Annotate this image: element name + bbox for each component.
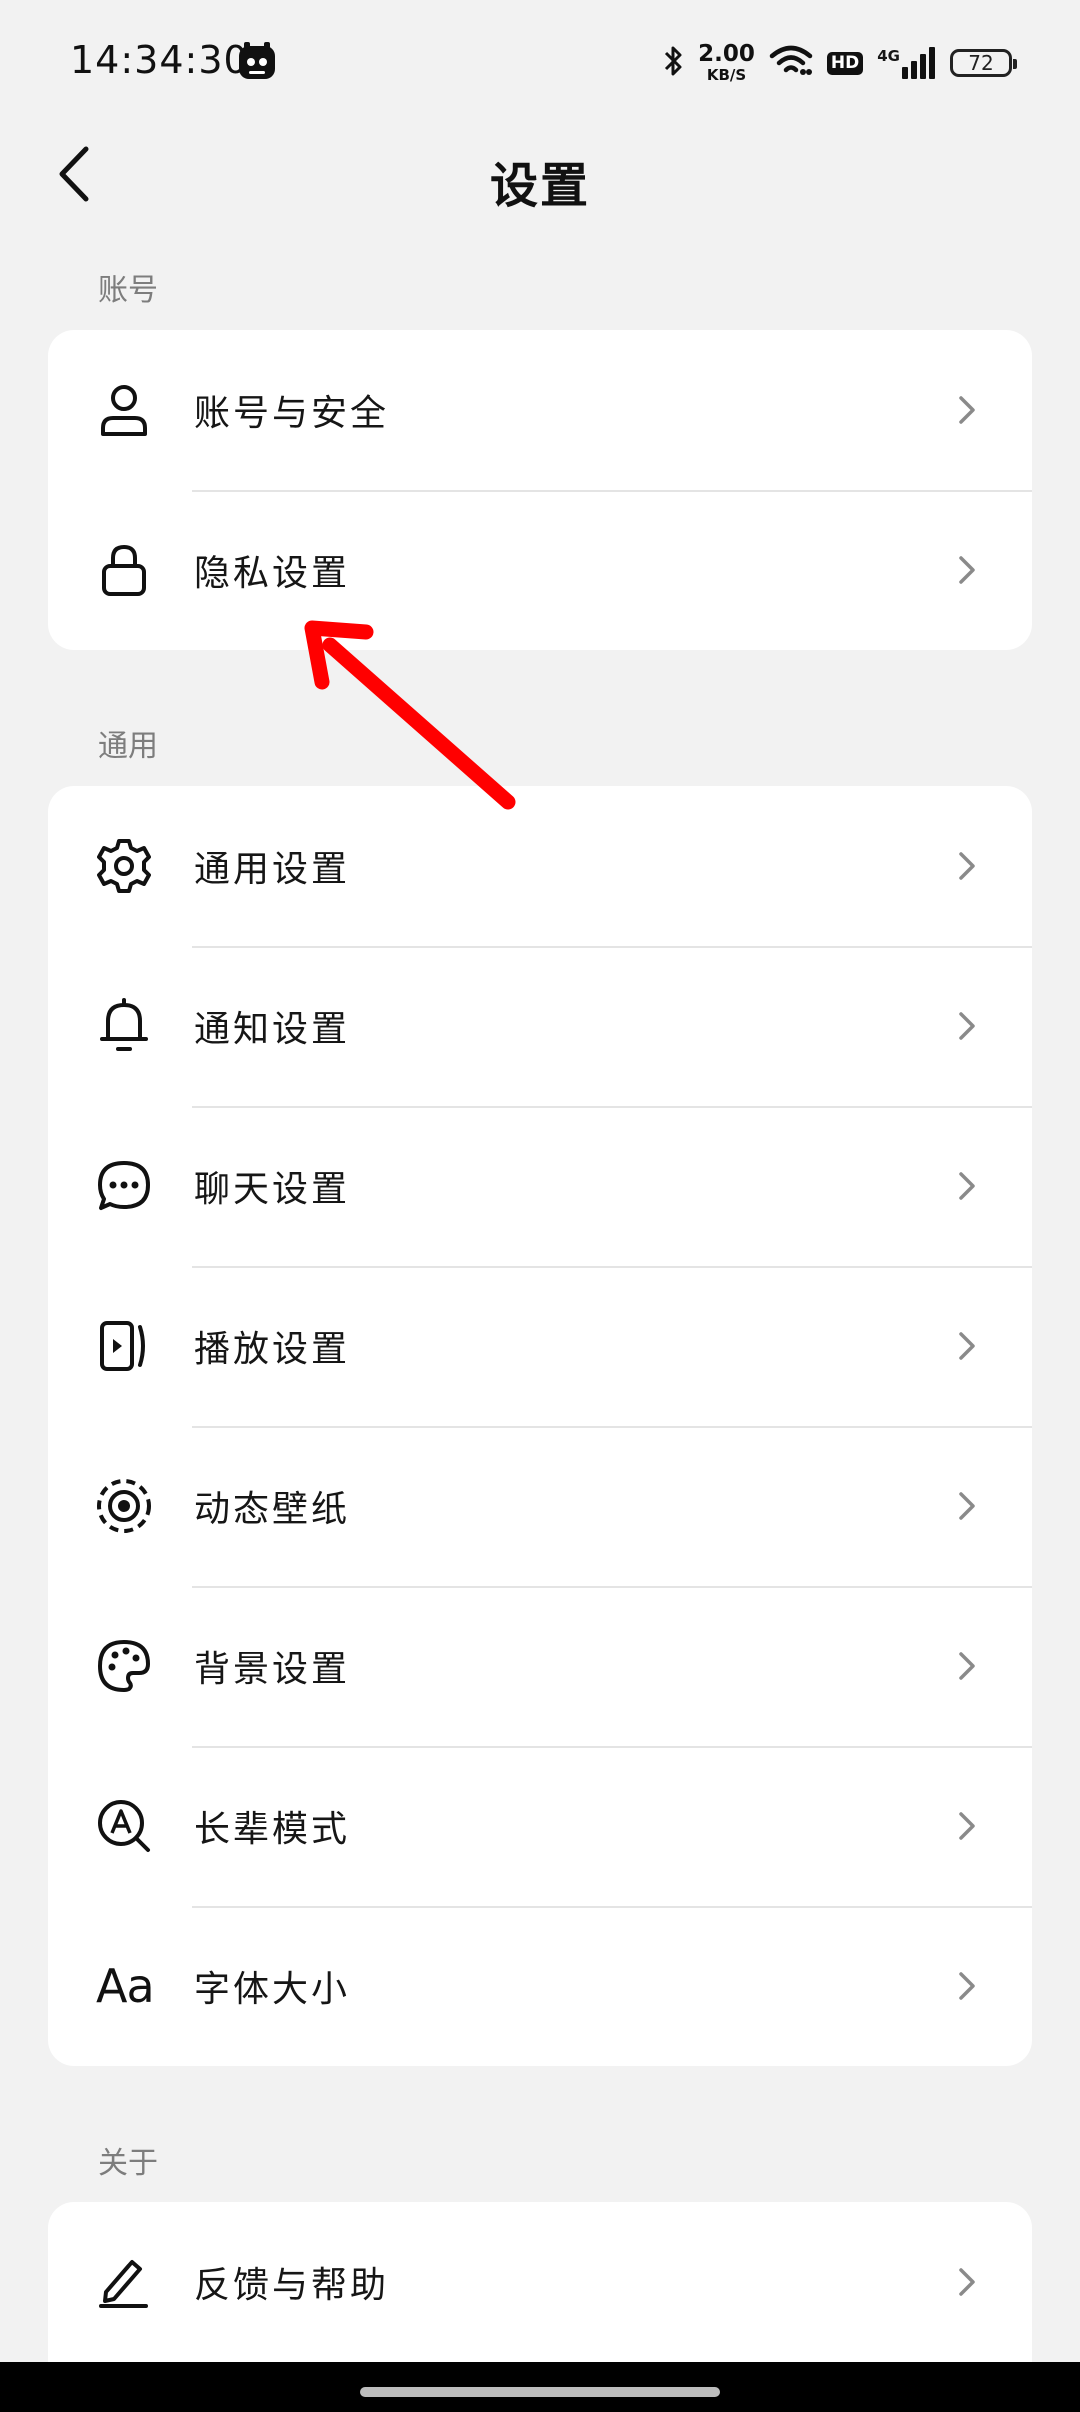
net-speed: 2.00 KB/S <box>698 43 755 83</box>
signal-icon: 4G <box>877 47 936 79</box>
settings-item-label: 长辈模式 <box>194 1809 351 1850</box>
font-size-icon: Aa <box>96 1956 176 2016</box>
chevron-right-icon <box>952 1971 982 2001</box>
wallpaper-icon <box>94 1476 154 1536</box>
settings-item-background[interactable]: 背景设置 <box>48 1586 1032 1746</box>
settings-item-general[interactable]: 通用设置 <box>48 786 1032 946</box>
settings-item-label: 账号与安全 <box>194 393 390 434</box>
bell-icon <box>94 996 154 1056</box>
elder-mode-icon <box>94 1796 154 1856</box>
lock-icon <box>94 540 154 600</box>
settings-item-label: 聊天设置 <box>194 1169 351 1210</box>
settings-item-playback[interactable]: 播放设置 <box>48 1266 1032 1426</box>
settings-item-label: 播放设置 <box>194 1329 351 1370</box>
settings-item-feedback-help[interactable]: 反馈与帮助 <box>48 2202 1032 2362</box>
chevron-right-icon <box>952 2267 982 2297</box>
chevron-right-icon <box>952 1651 982 1681</box>
wifi-icon <box>769 44 813 82</box>
battery-icon: 72 <box>950 49 1017 77</box>
settings-item-privacy[interactable]: 隐私设置 <box>48 490 1032 650</box>
settings-item-label: 通用设置 <box>194 849 351 890</box>
settings-item-live-wallpaper[interactable]: 动态壁纸 <box>48 1426 1032 1586</box>
settings-item-label: 背景设置 <box>194 1649 351 1690</box>
battery-level: 72 <box>968 51 994 75</box>
account-section-card: 账号与安全 隐私设置 <box>48 330 1032 650</box>
net-speed-unit: KB/S <box>706 66 747 84</box>
settings-item-label: 隐私设置 <box>194 553 351 594</box>
settings-item-chat[interactable]: 聊天设置 <box>48 1106 1032 1266</box>
section-title-about: 关于 <box>98 2146 158 2181</box>
chat-bubble-icon <box>94 1156 154 1216</box>
settings-item-font-size[interactable]: Aa 字体大小 <box>48 1906 1032 2066</box>
chevron-right-icon <box>952 851 982 881</box>
app-notification-icon <box>236 40 278 82</box>
settings-item-label: 通知设置 <box>194 1009 351 1050</box>
chevron-right-icon <box>952 1811 982 1841</box>
about-section-card: 反馈与帮助 <box>48 2202 1032 2362</box>
settings-item-notifications[interactable]: 通知设置 <box>48 946 1032 1106</box>
font-size-icon-text: Aa <box>96 1959 155 2013</box>
title-bar: 设置 <box>0 124 1080 224</box>
chevron-right-icon <box>952 1011 982 1041</box>
settings-item-elder-mode[interactable]: 长辈模式 <box>48 1746 1032 1906</box>
gear-icon <box>94 836 154 896</box>
settings-item-label: 字体大小 <box>194 1969 351 2010</box>
status-bar: 14:34:30 2.00 KB/S HD 4G 72 <box>0 0 1080 124</box>
home-indicator[interactable] <box>360 2387 720 2397</box>
play-icon <box>94 1316 154 1376</box>
chevron-right-icon <box>952 1331 982 1361</box>
bluetooth-icon <box>662 43 684 83</box>
section-title-account: 账号 <box>98 273 158 308</box>
general-section-card: 通用设置 通知设置 聊天设置 播放设置 动态壁纸 背景设置 长辈模式 Aa 字体… <box>48 786 1032 2066</box>
net-speed-value: 2.00 <box>698 41 755 67</box>
status-indicators: 2.00 KB/S HD 4G 72 <box>662 38 1017 88</box>
chevron-right-icon <box>952 1171 982 1201</box>
edit-icon <box>94 2252 154 2312</box>
chevron-right-icon <box>952 395 982 425</box>
chevron-right-icon <box>952 555 982 585</box>
settings-item-account-security[interactable]: 账号与安全 <box>48 330 1032 490</box>
settings-item-label: 反馈与帮助 <box>194 2265 390 2306</box>
section-title-general: 通用 <box>98 729 158 764</box>
settings-item-label: 动态壁纸 <box>194 1489 351 1530</box>
user-icon <box>94 380 154 440</box>
status-time: 14:34:30 <box>70 38 249 82</box>
hd-badge: HD <box>826 51 864 75</box>
chevron-right-icon <box>952 1491 982 1521</box>
page-title: 设置 <box>489 158 590 214</box>
network-type-label: 4G <box>877 47 900 65</box>
palette-icon <box>94 1636 154 1696</box>
